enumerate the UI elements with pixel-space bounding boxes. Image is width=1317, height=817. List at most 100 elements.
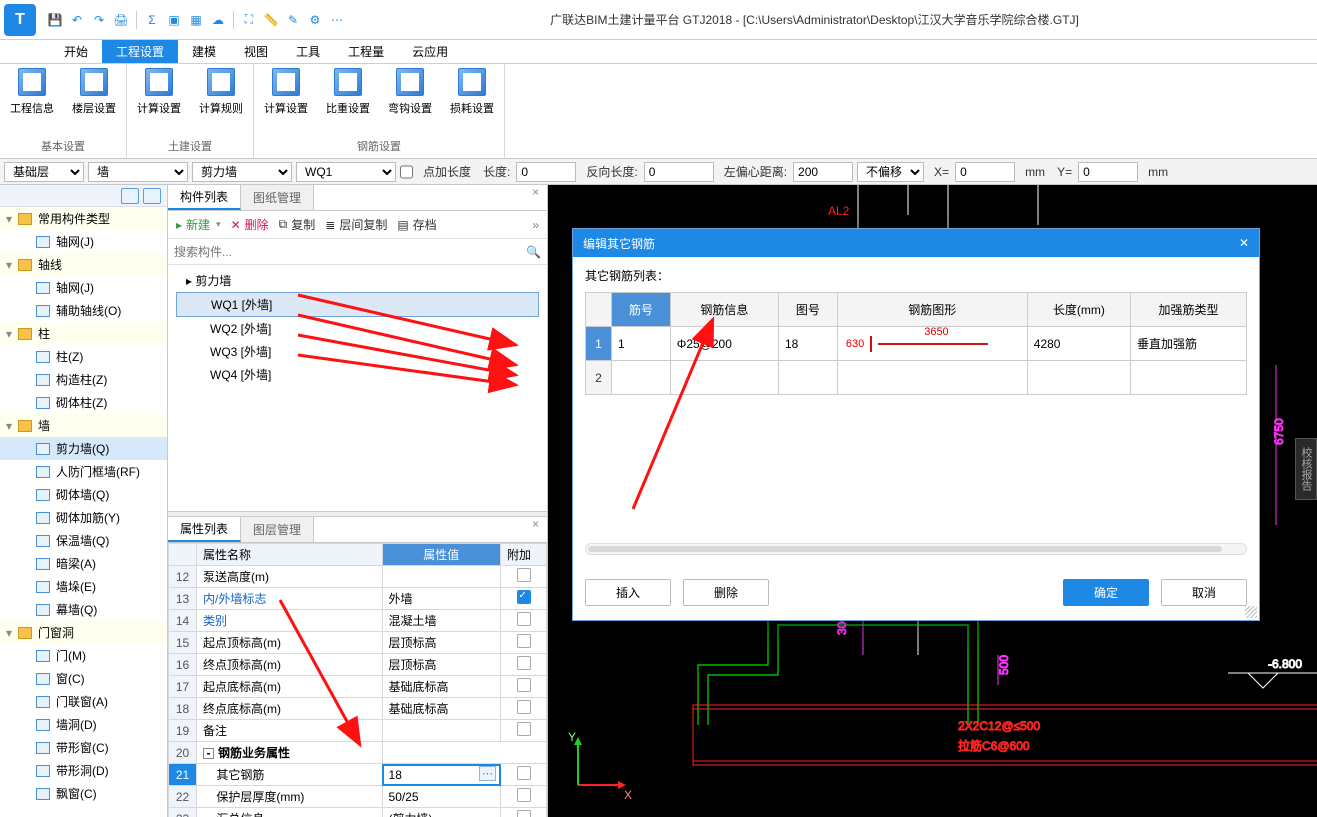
dialog-scrollbar[interactable] [585,543,1247,555]
archive-button[interactable]: ▤ 存档 [397,216,436,233]
tab-model[interactable]: 建模 [178,40,230,63]
tree-item[interactable]: 柱(Z) [0,345,167,368]
tree-item[interactable]: 人防门框墙(RF) [0,460,167,483]
floor-select[interactable]: 基础层 [4,162,84,182]
insert-button[interactable]: 插入 [585,579,671,606]
endpoint-checkbox[interactable] [400,162,413,182]
property-row[interactable]: 18终点底标高(m)基础底标高 [169,698,547,720]
tree-category[interactable]: ▾轴线 [0,253,167,276]
view-list-icon[interactable] [121,188,139,204]
tree-item[interactable]: 墙洞(D) [0,713,167,736]
qat-save-icon[interactable]: 💾 [46,11,64,29]
tree-item[interactable]: 砌体墙(Q) [0,483,167,506]
tab-project-settings[interactable]: 工程设置 [102,40,178,63]
qat-print-icon[interactable]: 🖨 [112,11,130,29]
tree-item[interactable]: 门联窗(A) [0,690,167,713]
rebar-table[interactable]: 筋号 钢筋信息 图号 钢筋图形 长度(mm) 加强筋类型 1 1 Φ25@200… [585,292,1247,395]
checkbox[interactable] [517,700,531,714]
tree-item[interactable]: 飘窗(C) [0,782,167,805]
cancel-button[interactable]: 取消 [1161,579,1247,606]
tree-item[interactable]: 辅助轴线(O) [0,299,167,322]
checkbox[interactable] [517,568,531,582]
property-row[interactable]: 13内/外墙标志外墙 [169,588,547,610]
btn-project-info[interactable]: 工程信息 [10,68,54,132]
dialog-close-icon[interactable]: ✕ [1239,236,1249,250]
tree-item[interactable]: 带形窗(C) [0,736,167,759]
ok-button[interactable]: 确定 [1063,579,1149,606]
member-select[interactable]: WQ1 [296,162,396,182]
property-row[interactable]: 19备注 [169,720,547,742]
table-row[interactable]: 1 1 Φ25@200 18 6303650 4280 垂直加强筋 [586,327,1247,361]
qat-measure-icon[interactable]: 📏 [262,11,280,29]
search-icon[interactable]: 🔍 [526,245,541,259]
checkbox[interactable] [517,788,531,802]
qat-report-icon[interactable]: ▦ [187,11,205,29]
property-row[interactable]: 12泵送高度(m) [169,566,547,588]
panel-close-icon[interactable]: × [524,185,547,210]
tree-item[interactable]: 墙垛(E) [0,575,167,598]
new-button[interactable]: ▸ 新建▾ [176,216,221,233]
delete-button[interactable]: 删除 [683,579,769,606]
tab-start[interactable]: 开始 [50,40,102,63]
checkbox[interactable] [517,656,531,670]
btn-calc-settings[interactable]: 计算设置 [137,68,181,132]
component-item[interactable]: WQ3 [外墙] [176,340,539,363]
reverse-input[interactable] [644,162,714,182]
tree-item[interactable]: 门(M) [0,644,167,667]
property-row[interactable]: 22 保护层厚度(mm)50/25 [169,786,547,808]
tree-category[interactable]: ▾门窗洞 [0,621,167,644]
tab-quantity[interactable]: 工程量 [334,40,398,63]
property-row[interactable]: 16终点顶标高(m)层顶标高 [169,654,547,676]
tree-item[interactable]: 暗梁(A) [0,552,167,575]
delete-button[interactable]: ✕ 删除 [231,216,269,233]
resize-grip-icon[interactable] [1245,606,1257,618]
length-input[interactable] [516,162,576,182]
tab-layer-mgmt[interactable]: 图层管理 [241,517,314,542]
copy-button[interactable]: ⧉ 复制 [279,216,316,233]
component-select[interactable]: 墙 [88,162,188,182]
tab-view[interactable]: 视图 [230,40,282,63]
tab-property-list[interactable]: 属性列表 [168,517,241,542]
offset-mode-select[interactable]: 不偏移 [857,162,924,182]
subtype-select[interactable]: 剪力墙 [192,162,292,182]
tab-component-list[interactable]: 构件列表 [168,185,241,210]
report-tab[interactable]: 校核报告 [1295,438,1317,500]
layercopy-button[interactable]: ≣ 层间复制 [325,216,387,233]
tree-item[interactable]: 砌体加筋(Y) [0,506,167,529]
component-search-input[interactable] [174,245,522,259]
ellipsis-button[interactable]: ⋯ [479,766,496,781]
checkbox[interactable] [517,678,531,692]
property-row[interactable]: 17起点底标高(m)基础底标高 [169,676,547,698]
btn-floor-settings[interactable]: 楼层设置 [72,68,116,132]
tree-root[interactable]: ▸ 剪力墙 [176,269,539,292]
property-row[interactable]: 20-钢筋业务属性 [169,742,547,764]
tree-item[interactable]: 窗(C) [0,667,167,690]
qat-redo-icon[interactable]: ↷ [90,11,108,29]
qat-calc-icon[interactable]: ▣ [165,11,183,29]
tab-tools[interactable]: 工具 [282,40,334,63]
panel-close-icon[interactable]: × [524,517,547,542]
tree-item[interactable]: 幕墙(Q) [0,598,167,621]
tree-category[interactable]: ▾柱 [0,322,167,345]
tab-cloud[interactable]: 云应用 [398,40,462,63]
qat-edit-icon[interactable]: ✎ [284,11,302,29]
x-input[interactable] [955,162,1015,182]
tree-category[interactable]: ▾墙 [0,414,167,437]
toolbar-overflow[interactable]: » [532,218,539,232]
checkbox[interactable] [517,810,531,817]
qat-undo-icon[interactable]: ↶ [68,11,86,29]
tree-item[interactable]: 轴网(J) [0,230,167,253]
checkbox[interactable] [517,590,531,604]
checkbox[interactable] [517,612,531,626]
property-row[interactable]: 14类别混凝土墙 [169,610,547,632]
y-input[interactable] [1078,162,1138,182]
btn-loss[interactable]: 损耗设置 [450,68,494,132]
view-tree-icon[interactable] [143,188,161,204]
qat-more-icon[interactable]: ⋯ [328,11,346,29]
property-row[interactable]: 15起点顶标高(m)层顶标高 [169,632,547,654]
tree-item[interactable]: 带形洞(D) [0,759,167,782]
checkbox[interactable] [517,634,531,648]
property-row[interactable]: 23 汇总信息(剪力墙) [169,808,547,817]
btn-weight[interactable]: 比重设置 [326,68,370,132]
tree-item[interactable]: 轴网(J) [0,276,167,299]
